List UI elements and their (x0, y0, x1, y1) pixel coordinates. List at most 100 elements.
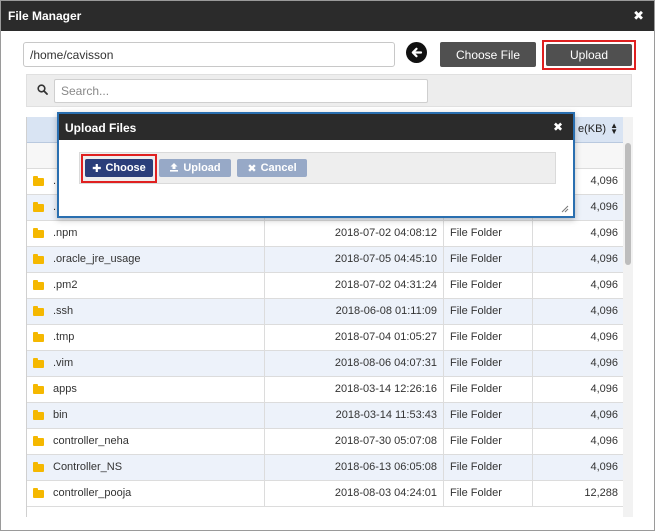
plus-icon: ✚ (92, 162, 102, 175)
upload-button-highlight: Upload (542, 40, 636, 70)
dialog-upload-label: Upload (183, 162, 221, 174)
cell-modified-date: 2018-03-14 11:53:43 (265, 403, 444, 429)
scrollbar-thumb[interactable] (625, 143, 631, 265)
cell-modified-date: 2018-06-13 06:05:08 (265, 455, 444, 481)
cell-size: 4,096 (590, 409, 618, 421)
window-titlebar: File Manager ✖ (1, 1, 654, 31)
cell-modified-date: 2018-07-02 04:31:24 (265, 273, 444, 299)
cell-size: 12,288 (584, 487, 618, 499)
cell-type: File Folder (444, 403, 533, 429)
search-icon (37, 84, 48, 98)
cell-modified-date: 2018-07-02 04:08:12 (265, 221, 444, 247)
cell-type: File Folder (444, 247, 533, 273)
table-row[interactable]: .oracle_jre_usage 2018-07-05 04:45:10 File… (27, 247, 623, 273)
file-name: bin (53, 409, 68, 421)
window-title: File Manager (8, 9, 82, 23)
cell-type: File Folder (444, 299, 533, 325)
upload-button[interactable]: Upload (546, 44, 632, 66)
table-row[interactable]: .pm2 2018-07-02 04:31:24 File Folder 4,096 (27, 273, 623, 299)
cell-size: 4,096 (590, 435, 618, 447)
file-name: apps (53, 383, 77, 395)
file-name: .vim (53, 357, 74, 369)
folder-icon (33, 306, 44, 316)
window-close-icon[interactable]: ✖ (633, 8, 644, 24)
cancel-button[interactable]: ✖ Cancel (237, 159, 307, 177)
cell-type: File Folder (444, 377, 533, 403)
file-name: .oracle_jre_usage (53, 253, 141, 265)
dialog-toolbar: ✚ Choose Upload ✖ Cancel (79, 152, 556, 184)
cell-type: File Folder (444, 455, 533, 481)
dialog-upload-button[interactable]: Upload (159, 159, 231, 177)
table-row[interactable]: .vim 2018-08-06 04:07:31 File Folder 4,096 (27, 351, 623, 377)
file-name: Controller_NS (53, 461, 123, 473)
table-row[interactable]: .npm 2018-07-02 04:08:12 File Folder 4,096 (27, 221, 623, 247)
dialog-title: Upload Files (65, 121, 137, 135)
table-row[interactable]: .tmp 2018-07-04 01:05:27 File Folder 4,096 (27, 325, 623, 351)
cell-type: File Folder (444, 351, 533, 377)
folder-icon (33, 228, 44, 238)
file-name: .ssh (53, 305, 74, 317)
cell-modified-date: 2018-07-05 04:45:10 (265, 247, 444, 273)
cell-size: 4,096 (590, 279, 618, 291)
cell-type: File Folder (444, 273, 533, 299)
sort-icon: ▲ ▼ (610, 121, 618, 137)
dialog-titlebar: Upload Files ✖ (59, 114, 573, 140)
cell-name: .ssh (27, 299, 265, 325)
back-arrow-icon[interactable] (406, 42, 427, 63)
cell-name: controller_pooja (27, 481, 265, 507)
cell-size: 4,096 (590, 227, 618, 239)
cell-name: .oracle_jre_usage (27, 247, 265, 273)
upload-files-dialog: Upload Files ✖ ✚ Choose Upload ✖ Cancel (57, 112, 575, 218)
resize-grip-icon[interactable] (561, 204, 569, 213)
vertical-scrollbar[interactable] (623, 117, 633, 517)
choose-file-button[interactable]: Choose File (440, 42, 536, 67)
choose-button-highlight: ✚ Choose (81, 154, 157, 183)
cell-name: Controller_NS (27, 455, 265, 481)
table-row[interactable]: .ssh 2018-06-08 01:11:09 File Folder 4,096 (27, 299, 623, 325)
folder-icon (33, 488, 44, 498)
file-name: . (53, 175, 57, 187)
file-name: .tmp (53, 331, 75, 343)
cell-size: 4,096 (590, 331, 618, 343)
cell-size: 4,096 (590, 253, 618, 265)
cell-name: .vim (27, 351, 265, 377)
table-row[interactable]: controller_neha 2018-07-30 05:07:08 File F… (27, 429, 623, 455)
cancel-button-label: Cancel (260, 162, 297, 174)
file-name: .npm (53, 227, 78, 239)
path-input[interactable] (23, 42, 395, 67)
column-header-size[interactable]: e(KB) ▲ ▼ (578, 121, 618, 137)
folder-icon (33, 332, 44, 342)
choose-button[interactable]: ✚ Choose (85, 159, 153, 177)
file-name: controller_pooja (53, 487, 132, 499)
table-row[interactable]: Controller_NS 2018-06-13 06:05:08 File Fol… (27, 455, 623, 481)
cell-type: File Folder (444, 481, 533, 507)
file-manager-window: File Manager ✖ Choose File Upload e(KB)▲… (0, 0, 655, 531)
cell-name: bin (27, 403, 265, 429)
cell-name: controller_neha (27, 429, 265, 455)
cell-modified-date: 2018-03-14 12:26:16 (265, 377, 444, 403)
folder-icon (33, 358, 44, 368)
cell-size: 4,096 (590, 383, 618, 395)
table-row[interactable]: apps 2018-03-14 12:26:16 File Folder 4,096 (27, 377, 623, 403)
table-row[interactable]: bin 2018-03-14 11:53:43 File Folder 4,096 (27, 403, 623, 429)
dialog-close-icon[interactable]: ✖ (553, 120, 563, 134)
folder-icon (33, 436, 44, 446)
choose-button-label: Choose (105, 162, 146, 174)
search-input[interactable] (54, 79, 428, 103)
cell-size: 4,096 (590, 305, 618, 317)
folder-icon (33, 410, 44, 420)
cell-name: .npm (27, 221, 265, 247)
x-icon: ✖ (247, 162, 257, 175)
cell-modified-date: 2018-08-06 04:07:31 (265, 351, 444, 377)
cell-size: 4,096 (590, 461, 618, 473)
cell-name: .pm2 (27, 273, 265, 299)
cell-modified-date: 2018-07-04 01:05:27 (265, 325, 444, 351)
folder-icon (33, 280, 44, 290)
table-row[interactable]: controller_pooja 2018-08-03 04:24:01 File … (27, 481, 623, 507)
folder-icon (33, 462, 44, 472)
cell-type: File Folder (444, 429, 533, 455)
cell-modified-date: 2018-08-03 04:24:01 (265, 481, 444, 507)
file-name: .pm2 (53, 279, 78, 291)
cell-type: File Folder (444, 221, 533, 247)
folder-icon (33, 254, 44, 264)
